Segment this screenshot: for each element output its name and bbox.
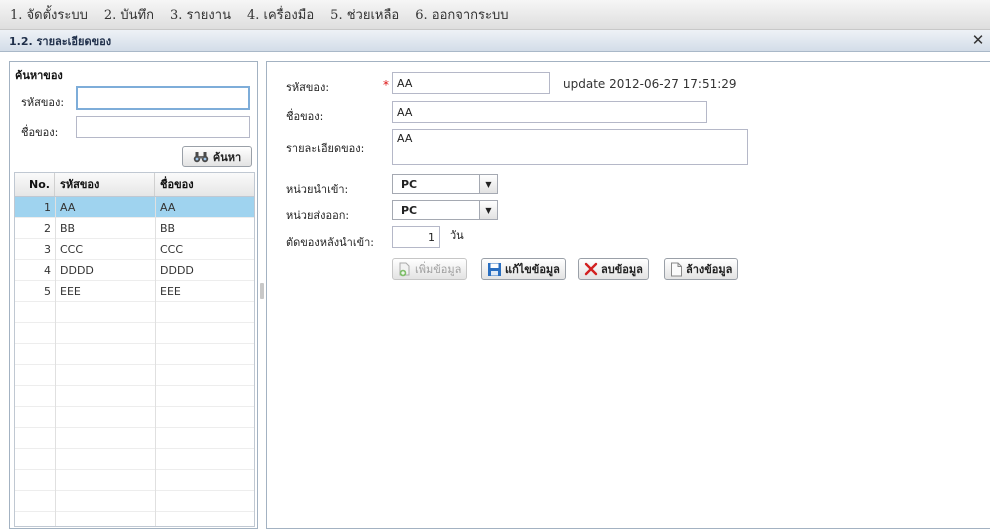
empty-row <box>15 302 254 323</box>
items-grid: No. รหัสของ ชื่อของ 1 AA AA 2 BB BB 3 CC… <box>14 172 255 527</box>
empty-row <box>15 323 254 344</box>
grid-header-no[interactable]: No. <box>15 173 55 196</box>
delete-button[interactable]: ลบข้อมูล <box>578 258 649 280</box>
panel-splitter[interactable] <box>260 283 264 299</box>
cell-no: 4 <box>44 264 51 277</box>
grid-header: No. รหัสของ ชื่อของ <box>15 173 254 197</box>
clear-button-label: ล้างข้อมูล <box>686 263 733 276</box>
chevron-down-icon[interactable]: ▼ <box>479 175 497 193</box>
cell-name: BB <box>160 222 176 235</box>
search-name-label: ชื่อของ: <box>21 126 59 139</box>
delete-button-label: ลบข้อมูล <box>601 263 643 276</box>
menu-bar: 1. จัดตั้งระบบ 2. บันทึก 3. รายงาน 4. เค… <box>0 0 990 30</box>
chevron-down-icon[interactable]: ▼ <box>479 201 497 219</box>
cell-code: DDDD <box>60 264 94 277</box>
detail-label: รายละเอียดของ: <box>286 142 365 155</box>
code-label: รหัสของ: <box>286 81 330 94</box>
edit-button-label: แก้ไขข้อมูล <box>505 263 560 276</box>
cell-name: AA <box>160 201 176 214</box>
days-unit: วัน <box>450 229 464 242</box>
detail-textarea[interactable]: AA <box>392 129 748 165</box>
cell-name: CCC <box>160 243 184 256</box>
search-box: ค้นหาของ รหัสของ: ชื่อของ: ค้นหา <box>10 62 257 168</box>
cell-no: 1 <box>44 201 51 214</box>
unit-in-select[interactable]: PC ▼ <box>392 174 498 194</box>
edit-button[interactable]: แก้ไขข้อมูล <box>481 258 566 280</box>
empty-row <box>15 470 254 491</box>
menu-item-tools[interactable]: 4. เครื่องมือ <box>247 4 314 25</box>
empty-row <box>15 365 254 386</box>
add-button[interactable]: เพิ่มข้อมูล <box>392 258 468 280</box>
empty-row <box>15 407 254 428</box>
left-panel: ค้นหาของ รหัสของ: ชื่อของ: ค้นหา No. รหั… <box>9 61 258 529</box>
binoculars-icon <box>193 151 209 163</box>
empty-row <box>15 386 254 407</box>
cell-name: DDDD <box>160 264 194 277</box>
empty-row <box>15 449 254 470</box>
grid-header-name[interactable]: ชื่อของ <box>155 173 254 196</box>
table-row[interactable]: 1 AA AA <box>15 197 254 218</box>
search-code-input[interactable] <box>76 86 250 110</box>
search-title: ค้นหาของ <box>15 69 63 82</box>
unit-out-value: PC <box>401 203 418 217</box>
name-input[interactable] <box>392 101 707 123</box>
search-button[interactable]: ค้นหา <box>182 146 252 167</box>
empty-row <box>15 491 254 512</box>
empty-row <box>15 344 254 365</box>
menu-item-record[interactable]: 2. บันทึก <box>104 4 154 25</box>
save-icon <box>487 262 502 277</box>
menu-item-help[interactable]: 5. ช่วยเหลือ <box>330 4 399 25</box>
cell-code: CCC <box>60 243 84 256</box>
update-timestamp: update 2012-06-27 17:51:29 <box>563 77 737 91</box>
table-row[interactable]: 3 CCC CCC <box>15 239 254 260</box>
search-button-label: ค้นหา <box>212 150 242 164</box>
search-code-label: รหัสของ: <box>21 96 65 109</box>
window-title: 1.2. รายละเอียดของ <box>9 34 112 48</box>
menu-item-report[interactable]: 3. รายงาน <box>170 4 231 25</box>
unit-out-label: หน่วยส่งออก: <box>286 209 350 222</box>
table-row[interactable]: 5 EEE EEE <box>15 281 254 302</box>
grid-divider <box>155 197 156 526</box>
menu-item-logout[interactable]: 6. ออกจากระบบ <box>415 4 508 25</box>
close-icon[interactable]: ✕ <box>970 31 986 49</box>
cell-no: 5 <box>44 285 51 298</box>
cell-no: 3 <box>44 243 51 256</box>
clear-button[interactable]: ล้างข้อมูล <box>664 258 739 280</box>
menu-item-setup[interactable]: 1. จัดตั้งระบบ <box>10 4 88 25</box>
required-icon: * <box>383 78 389 92</box>
days-input[interactable] <box>392 226 440 248</box>
window-title-bar: 1.2. รายละเอียดของ ✕ <box>0 30 990 52</box>
cell-name: EEE <box>160 285 181 298</box>
blank-document-icon <box>670 262 683 277</box>
empty-row <box>15 512 254 526</box>
name-label: ชื่อของ: <box>286 110 324 123</box>
grid-divider <box>55 197 56 526</box>
unit-in-label: หน่วยนำเข้า: <box>286 183 349 196</box>
add-document-icon <box>398 262 412 277</box>
code-input[interactable] <box>392 72 550 94</box>
table-row[interactable]: 2 BB BB <box>15 218 254 239</box>
add-button-label: เพิ่มข้อมูล <box>415 263 462 276</box>
days-label: ตัดของหลังนำเข้า: <box>286 236 375 249</box>
cell-code: EEE <box>60 285 81 298</box>
cell-code: BB <box>60 222 76 235</box>
delete-x-icon <box>584 262 598 276</box>
grid-header-code[interactable]: รหัสของ <box>55 173 155 196</box>
unit-in-value: PC <box>401 177 418 191</box>
grid-body: 1 AA AA 2 BB BB 3 CCC CCC 4 DDDD DDDD 5 <box>15 197 254 526</box>
cell-no: 2 <box>44 222 51 235</box>
unit-out-select[interactable]: PC ▼ <box>392 200 498 220</box>
search-name-input[interactable] <box>76 116 250 138</box>
table-row[interactable]: 4 DDDD DDDD <box>15 260 254 281</box>
empty-row <box>15 428 254 449</box>
cell-code: AA <box>60 201 76 214</box>
detail-form: รหัสของ: * update 2012-06-27 17:51:29 ชื… <box>266 61 990 529</box>
